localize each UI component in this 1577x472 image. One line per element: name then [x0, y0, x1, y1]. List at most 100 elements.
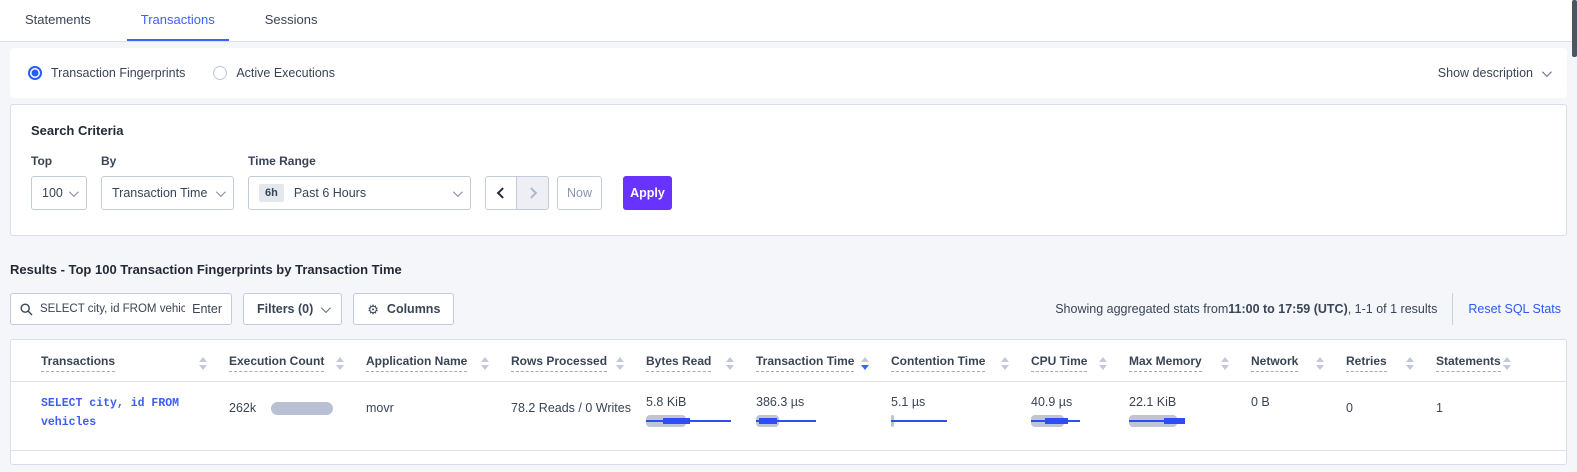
now-button[interactable]: Now	[557, 176, 602, 210]
table-cell-network: 0 B	[1251, 395, 1346, 409]
show-description-label: Show description	[1438, 66, 1533, 80]
table-cell-transaction-time: 386.3 µs	[756, 395, 891, 427]
time-range-value: Past 6 Hours	[294, 186, 366, 200]
column-header-application-name[interactable]: Application Name	[366, 354, 511, 372]
search-enter-hint[interactable]: Enter	[192, 302, 222, 316]
search-criteria-title: Search Criteria	[31, 123, 1546, 138]
gear-icon: ⚙	[367, 303, 379, 316]
search-box[interactable]: Enter	[10, 293, 232, 325]
chevron-down-icon	[216, 187, 226, 197]
transaction-time-bar	[756, 415, 844, 427]
radio-selected-icon	[28, 66, 42, 80]
chevron-down-icon	[69, 187, 79, 197]
column-header-retries[interactable]: Retries	[1346, 354, 1436, 372]
top-select-value: 100	[42, 186, 63, 200]
table-cell-contention-time: 5.1 µs	[891, 395, 1031, 427]
search-criteria-panel: Search Criteria Top 100 By Transaction T…	[10, 104, 1567, 236]
sort-control[interactable]	[1314, 355, 1326, 372]
chevron-right-icon	[525, 187, 536, 198]
top-field: Top 100	[31, 154, 87, 210]
apply-button[interactable]: Apply	[623, 176, 672, 210]
by-select-value: Transaction Time	[112, 186, 207, 200]
table-cell-retries: 0	[1346, 395, 1436, 415]
radio-transaction-fingerprints[interactable]: Transaction Fingerprints	[28, 66, 185, 80]
table-cell-rows-processed: 78.2 Reads / 0 Writes	[511, 395, 646, 415]
column-header-transactions[interactable]: Transactions	[41, 354, 229, 372]
bytes-read-bar	[646, 415, 734, 427]
column-header-execution-count[interactable]: Execution Count	[229, 354, 366, 372]
reset-sql-stats-link[interactable]: Reset SQL Stats	[1468, 302, 1561, 316]
show-description-toggle[interactable]: Show description	[1438, 66, 1549, 80]
sort-control[interactable]	[724, 355, 736, 372]
radio-active-executions[interactable]: Active Executions	[213, 66, 335, 80]
column-header-contention-time[interactable]: Contention Time	[891, 354, 1031, 372]
chevron-left-icon	[497, 187, 508, 198]
columns-label: Columns	[387, 302, 440, 316]
column-header-cpu-time[interactable]: CPU Time	[1031, 354, 1129, 372]
table-cell-application-name: movr	[366, 395, 511, 415]
column-header-network[interactable]: Network	[1251, 354, 1346, 372]
transactions-table: Transactions Execution Count Application…	[10, 339, 1567, 465]
results-heading: Results - Top 100 Transaction Fingerprin…	[10, 262, 1567, 277]
sort-control[interactable]	[479, 355, 491, 372]
table-cell-statements: 1	[1436, 395, 1528, 415]
column-header-transaction-time[interactable]: Transaction Time	[756, 354, 891, 372]
by-label: By	[101, 154, 234, 168]
sort-control-active[interactable]	[859, 355, 871, 372]
column-header-statements[interactable]: Statements	[1436, 354, 1528, 372]
time-nav-group	[485, 176, 549, 210]
column-header-rows-processed[interactable]: Rows Processed	[511, 354, 646, 372]
search-icon	[20, 303, 33, 316]
tab-sessions[interactable]: Sessions	[251, 0, 332, 41]
sort-control[interactable]	[1097, 355, 1109, 372]
aggregated-stats-text: Showing aggregated stats from 11:00 to 1…	[1055, 302, 1437, 316]
column-header-bytes-read[interactable]: Bytes Read	[646, 354, 756, 372]
tab-statements[interactable]: Statements	[11, 0, 105, 41]
view-mode-bar: Transaction Fingerprints Active Executio…	[10, 48, 1567, 98]
tab-transactions[interactable]: Transactions	[127, 0, 229, 41]
sort-control[interactable]	[1501, 355, 1513, 372]
columns-button[interactable]: ⚙ Columns	[353, 293, 454, 325]
cpu-time-bar	[1031, 415, 1119, 427]
contention-time-bar	[891, 415, 979, 427]
table-cell-bytes-read: 5.8 KiB	[646, 395, 756, 427]
sort-control[interactable]	[999, 355, 1011, 372]
filters-label: Filters (0)	[257, 302, 313, 316]
sort-control[interactable]	[334, 355, 346, 372]
vertical-scrollbar[interactable]	[1572, 0, 1577, 472]
time-range-select[interactable]: 6h Past 6 Hours	[248, 176, 471, 210]
chevron-down-icon	[321, 303, 331, 313]
time-next-button[interactable]	[517, 176, 549, 210]
execution-count-bar	[271, 402, 333, 415]
results-toolbar: Enter Filters (0) ⚙ Columns Showing aggr…	[10, 293, 1567, 325]
column-header-max-memory[interactable]: Max Memory	[1129, 354, 1251, 372]
divider	[1452, 293, 1453, 325]
search-input[interactable]	[40, 303, 185, 315]
scrollbar-thumb[interactable]	[1572, 0, 1577, 57]
chevron-down-icon	[453, 187, 463, 197]
sort-control[interactable]	[1219, 355, 1231, 372]
filters-button[interactable]: Filters (0)	[243, 293, 342, 325]
max-memory-bar	[1129, 415, 1217, 427]
tab-bar: Statements Transactions Sessions	[0, 0, 1577, 42]
sort-control[interactable]	[1404, 355, 1416, 372]
table-cell-execution-count: 262k	[229, 395, 366, 415]
table-cell-cpu-time: 40.9 µs	[1031, 395, 1129, 427]
top-label: Top	[31, 154, 87, 168]
radio-unselected-icon	[213, 66, 227, 80]
table-cell-transactions: SELECT city, id FROM vehicles	[41, 395, 229, 433]
top-select[interactable]: 100	[31, 176, 87, 210]
transaction-fingerprint-link[interactable]: SELECT city, id FROM vehicles	[41, 397, 179, 429]
table-row: SELECT city, id FROM vehicles 262k movr …	[11, 382, 1566, 451]
by-select[interactable]: Transaction Time	[101, 176, 234, 210]
by-field: By Transaction Time	[101, 154, 234, 210]
table-header-row: Transactions Execution Count Application…	[11, 340, 1566, 382]
chevron-down-icon	[1542, 67, 1552, 77]
time-prev-button[interactable]	[485, 176, 517, 210]
sort-control[interactable]	[197, 355, 209, 372]
radio-label: Transaction Fingerprints	[51, 66, 185, 80]
sort-control[interactable]	[614, 355, 626, 372]
table-cell-max-memory: 22.1 KiB	[1129, 395, 1251, 427]
radio-label: Active Executions	[236, 66, 335, 80]
time-range-badge: 6h	[259, 184, 284, 202]
